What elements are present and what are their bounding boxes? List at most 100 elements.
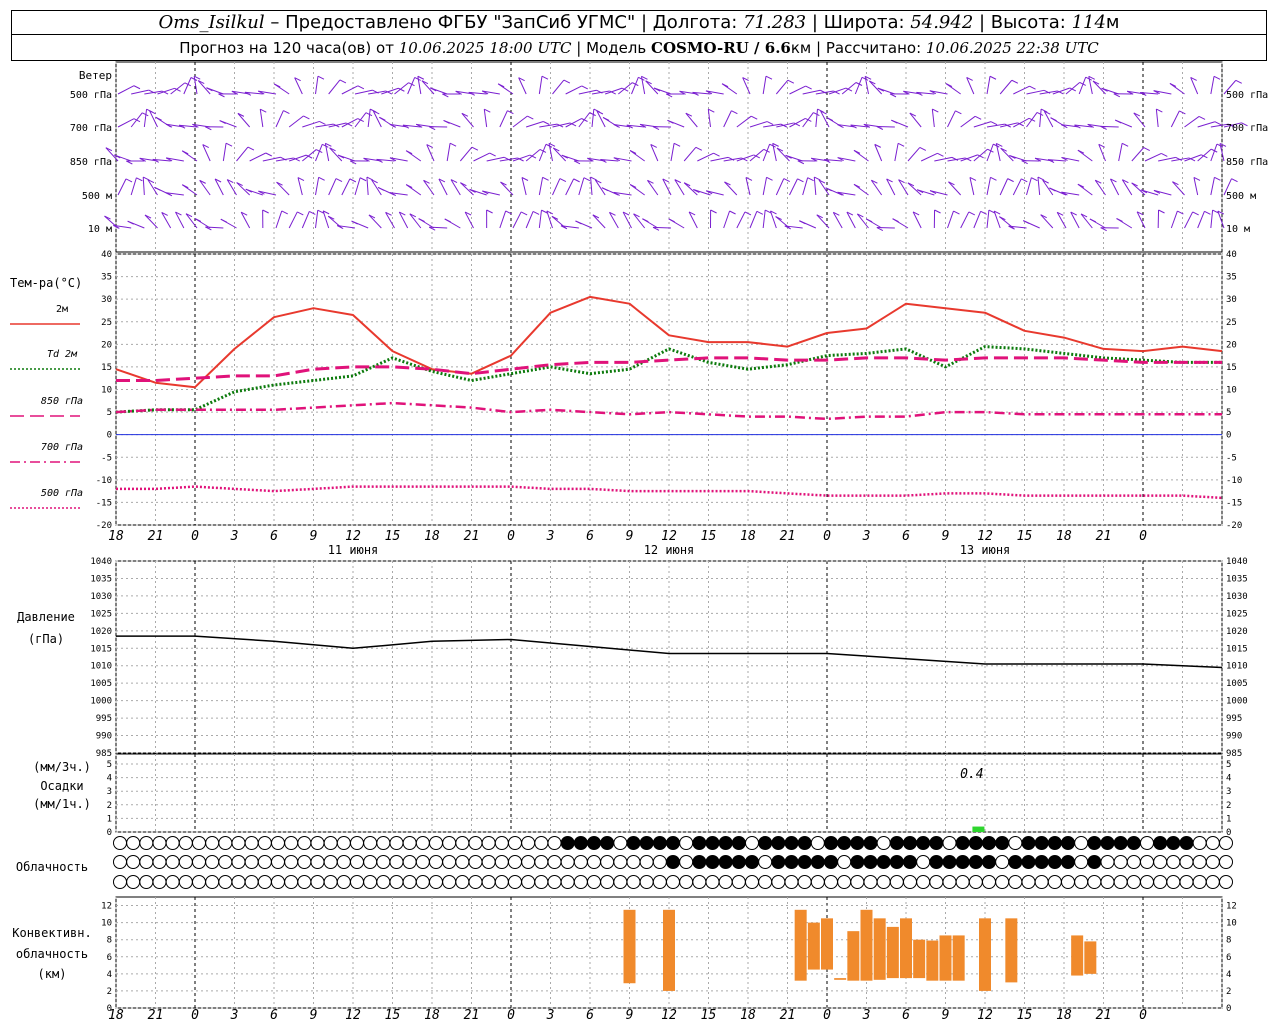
cloud-symbol	[429, 836, 443, 850]
wind-barb	[856, 213, 869, 229]
wind-barb-flag	[563, 79, 571, 84]
cloud-symbol	[968, 855, 983, 869]
cloud-symbol	[1219, 875, 1233, 889]
wind-barb-flag	[1204, 210, 1211, 215]
temp-ytick-right: -15	[1226, 498, 1242, 508]
cloud-symbol	[1061, 875, 1075, 889]
wind-barb-flag	[247, 146, 255, 151]
pres-ytick-right: 1005	[1226, 679, 1248, 689]
cloud-symbol	[310, 875, 325, 889]
wind-barb-flag	[1214, 176, 1221, 181]
wind-barb-flag	[318, 176, 325, 181]
cloud-symbol	[889, 875, 904, 889]
wind-barb	[328, 79, 341, 95]
cloud-symbol	[139, 875, 154, 889]
wind-barb	[521, 177, 527, 196]
cloud-symbol	[1126, 875, 1141, 889]
cloud-symbol	[494, 836, 509, 850]
wind-barb	[907, 147, 921, 162]
cloud-symbol	[587, 875, 601, 889]
precip-title-3: (мм/1ч.)	[33, 797, 91, 811]
wind-barb	[1184, 116, 1200, 128]
cloud-symbol	[1034, 855, 1049, 869]
wind-barb-flag	[541, 75, 549, 80]
conv-ytick-right: 0	[1226, 1004, 1231, 1014]
prec-ytick-right: 1	[1226, 814, 1231, 824]
wind-barb-flag	[668, 218, 675, 223]
wind-barb-flag	[349, 178, 357, 183]
wind-barb-flag	[357, 85, 365, 90]
conv-ytick-right: 12	[1226, 902, 1237, 912]
convective-bar	[1084, 941, 1097, 974]
cloud-symbol	[1113, 836, 1128, 850]
wind-barb-flag	[787, 79, 795, 84]
wind-barb	[973, 121, 992, 128]
cloud-symbol	[1008, 836, 1023, 850]
wind-barb-flag	[527, 115, 534, 120]
wind-barb	[1026, 177, 1032, 196]
wind-barb-flag	[127, 220, 134, 225]
temp-ytick-right: -20	[1226, 521, 1242, 531]
wind-barb	[202, 144, 211, 162]
wind-barb	[948, 181, 962, 196]
hour-label-top: 15	[385, 529, 401, 544]
cloud-symbol	[297, 855, 312, 869]
wind-barb-flag	[484, 108, 491, 113]
hour-label-top: 6	[270, 529, 278, 544]
cloud-symbol	[1140, 836, 1154, 850]
cloud-symbol	[837, 855, 852, 869]
cloud-symbol	[652, 855, 667, 869]
wind-barb-flag	[601, 187, 609, 192]
pres-ytick-right: 1000	[1226, 697, 1248, 707]
wind-barb-flag	[1235, 79, 1242, 84]
cloud-symbol	[639, 836, 654, 850]
wind-barb	[723, 210, 731, 229]
wind-barb-flag	[989, 75, 997, 80]
hour-label-top: 9	[626, 529, 634, 544]
wind-barb	[578, 177, 585, 196]
hour-label-bottom: 3	[230, 1008, 239, 1023]
cloud-symbol	[271, 855, 285, 869]
cloud-symbol	[1047, 836, 1062, 850]
wind-barb	[749, 211, 758, 229]
cloud-symbol	[982, 836, 996, 850]
cloud-symbol	[1205, 836, 1220, 850]
cloud-symbol	[613, 875, 628, 889]
cloud-symbol	[178, 836, 193, 850]
cloud-symbol	[1034, 836, 1049, 850]
temp-ytick-left: 35	[101, 273, 112, 283]
cloud-symbol	[442, 836, 457, 850]
cloud-symbol	[758, 836, 773, 850]
wind-barb	[1012, 178, 1022, 196]
temp-ytick-right: 40	[1226, 250, 1237, 260]
convective-bar	[900, 918, 912, 979]
temp-ytick-right: 25	[1226, 318, 1237, 328]
wind-barb-flag	[418, 218, 425, 223]
wind-barb	[446, 143, 451, 162]
wind-barb-flag	[1192, 211, 1199, 216]
wind-barb-flag	[444, 218, 451, 223]
cloud-symbol	[995, 855, 1010, 869]
hour-label-bottom: 0	[823, 1008, 831, 1023]
cloud-symbol	[1100, 836, 1115, 850]
wind-barb	[288, 211, 298, 229]
cloud-symbol	[613, 855, 628, 869]
wind-barb	[742, 77, 751, 95]
wind-barb-flag	[1198, 115, 1206, 120]
wind-barb	[1100, 125, 1119, 128]
cloud-symbol	[573, 836, 588, 850]
wind-barb	[813, 177, 817, 196]
wind-barb-flag	[319, 120, 326, 125]
cloud-symbol	[152, 875, 167, 889]
precip-bar	[972, 826, 985, 832]
cloud-symbol	[547, 875, 562, 889]
cloud-symbol	[442, 855, 457, 869]
cloud-symbol	[600, 875, 615, 889]
wind-barb	[854, 77, 863, 95]
cloud-symbol	[534, 836, 549, 850]
cloud-symbol	[573, 855, 588, 869]
wind-barb-flag	[449, 142, 457, 147]
convective-bar	[913, 939, 926, 979]
wind-barb-flag	[542, 176, 549, 181]
wind-barb-flag	[220, 218, 228, 223]
